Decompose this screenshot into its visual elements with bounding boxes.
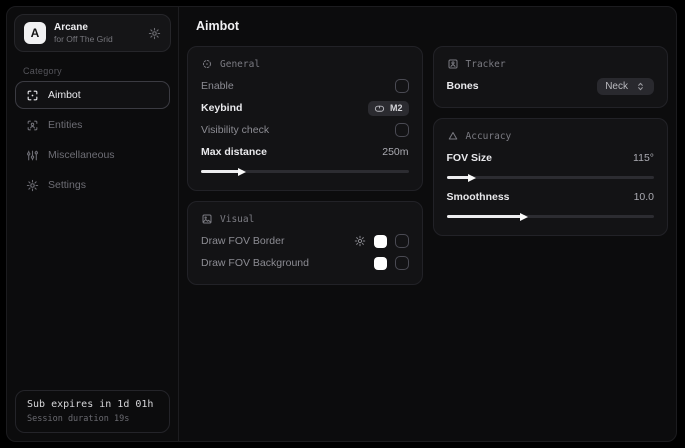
fov-size-slider[interactable] bbox=[447, 176, 655, 179]
panel-general: General Enable Keybind bbox=[187, 46, 423, 191]
max-distance-value: 250m bbox=[382, 146, 408, 158]
bones-select[interactable]: Neck bbox=[597, 78, 654, 95]
sidebar-item-label: Miscellaneous bbox=[48, 149, 115, 161]
gear-icon[interactable] bbox=[148, 27, 161, 40]
sidebar: A Arcane for Off The Grid Category Aimbo… bbox=[7, 7, 179, 441]
fov-size-value: 115° bbox=[633, 152, 654, 164]
panel-general-title: General bbox=[220, 59, 260, 70]
fov-border-color-swatch[interactable] bbox=[374, 235, 387, 248]
brand-name: Arcane bbox=[54, 22, 113, 33]
row-bones: Bones Neck bbox=[447, 75, 655, 97]
brand-subtitle: for Off The Grid bbox=[54, 34, 113, 44]
visibility-check-checkbox[interactable] bbox=[395, 123, 409, 137]
row-fov-size: FOV Size 115° bbox=[447, 147, 655, 169]
image-icon bbox=[201, 213, 213, 225]
panel-tracker: Tracker Bones Neck bbox=[433, 46, 669, 108]
sidebar-nav: Aimbot Entities Miscellaneous bbox=[7, 81, 178, 199]
enable-checkbox[interactable] bbox=[395, 79, 409, 93]
person-frame-icon bbox=[447, 58, 459, 70]
fov-size-label: FOV Size bbox=[447, 152, 493, 164]
main-area: Aimbot General Enable bbox=[179, 7, 676, 441]
keybind-label: Keybind bbox=[201, 102, 242, 114]
row-keybind: Keybind M2 bbox=[201, 97, 409, 119]
smoothness-slider-fill[interactable] bbox=[447, 215, 526, 218]
max-distance-slider-fill[interactable] bbox=[201, 170, 243, 173]
row-max-distance: Max distance 250m bbox=[201, 141, 409, 163]
max-distance-slider[interactable] bbox=[201, 170, 409, 173]
panel-visual-header: Visual bbox=[201, 213, 409, 225]
visibility-check-label: Visibility check bbox=[201, 124, 269, 136]
page-title: Aimbot bbox=[179, 7, 676, 45]
keybind-button[interactable]: M2 bbox=[368, 101, 409, 116]
smoothness-value: 10.0 bbox=[634, 191, 654, 203]
sidebar-item-label: Settings bbox=[48, 179, 86, 191]
panel-visual-title: Visual bbox=[220, 214, 254, 225]
draw-fov-background-label: Draw FOV Background bbox=[201, 257, 309, 269]
row-smoothness: Smoothness 10.0 bbox=[447, 186, 655, 208]
panel-accuracy-header: Accuracy bbox=[447, 130, 655, 142]
scan-person-icon bbox=[26, 119, 39, 132]
triangle-icon bbox=[447, 130, 459, 142]
sidebar-item-aimbot[interactable]: Aimbot bbox=[15, 81, 170, 109]
brand-card: A Arcane for Off The Grid bbox=[14, 14, 171, 52]
unfold-icon bbox=[635, 81, 646, 92]
sidebar-item-entities[interactable]: Entities bbox=[15, 111, 170, 139]
row-draw-fov-border: Draw FOV Border bbox=[201, 230, 409, 252]
subscription-status-card: Sub expires in 1d 01h Session duration 1… bbox=[15, 390, 170, 433]
row-visibility-check: Visibility check bbox=[201, 119, 409, 141]
brand-logo: A bbox=[24, 22, 46, 44]
gear-icon bbox=[26, 179, 39, 192]
sliders-icon bbox=[26, 149, 39, 162]
mouse-icon bbox=[374, 103, 385, 114]
crosshair-dotted-icon bbox=[201, 58, 213, 70]
enable-label: Enable bbox=[201, 80, 234, 92]
smoothness-label: Smoothness bbox=[447, 191, 510, 203]
bones-label: Bones bbox=[447, 80, 479, 92]
session-duration-text: Session duration 19s bbox=[27, 414, 158, 424]
fov-size-slider-fill[interactable] bbox=[447, 176, 474, 179]
gear-icon[interactable] bbox=[354, 235, 366, 247]
panel-tracker-title: Tracker bbox=[466, 59, 506, 70]
row-enable: Enable bbox=[201, 75, 409, 97]
category-label: Category bbox=[7, 56, 178, 81]
sidebar-item-label: Aimbot bbox=[48, 89, 81, 101]
panel-visual: Visual Draw FOV Border bbox=[187, 201, 423, 285]
draw-fov-border-checkbox[interactable] bbox=[395, 234, 409, 248]
draw-fov-background-checkbox[interactable] bbox=[395, 256, 409, 270]
content: General Enable Keybind bbox=[179, 45, 676, 293]
left-column: General Enable Keybind bbox=[187, 46, 423, 285]
panel-general-header: General bbox=[201, 58, 409, 70]
app-window: A Arcane for Off The Grid Category Aimbo… bbox=[6, 6, 677, 442]
panel-accuracy-title: Accuracy bbox=[466, 131, 512, 142]
right-column: Tracker Bones Neck bbox=[433, 46, 669, 236]
sidebar-item-miscellaneous[interactable]: Miscellaneous bbox=[15, 141, 170, 169]
row-draw-fov-background: Draw FOV Background bbox=[201, 252, 409, 274]
max-distance-label: Max distance bbox=[201, 146, 267, 158]
panel-tracker-header: Tracker bbox=[447, 58, 655, 70]
crosshair-brackets-icon bbox=[26, 89, 39, 102]
keybind-value: M2 bbox=[390, 103, 403, 113]
brand-text: Arcane for Off The Grid bbox=[54, 22, 113, 44]
smoothness-slider[interactable] bbox=[447, 215, 655, 218]
panel-accuracy: Accuracy FOV Size 115° Smoothness 10.0 bbox=[433, 118, 669, 236]
sidebar-item-settings[interactable]: Settings bbox=[15, 171, 170, 199]
sidebar-item-label: Entities bbox=[48, 119, 82, 131]
draw-fov-border-label: Draw FOV Border bbox=[201, 235, 284, 247]
bones-selected-value: Neck bbox=[605, 81, 628, 92]
fov-background-color-swatch[interactable] bbox=[374, 257, 387, 270]
sub-expiry-text: Sub expires in 1d 01h bbox=[27, 399, 158, 410]
